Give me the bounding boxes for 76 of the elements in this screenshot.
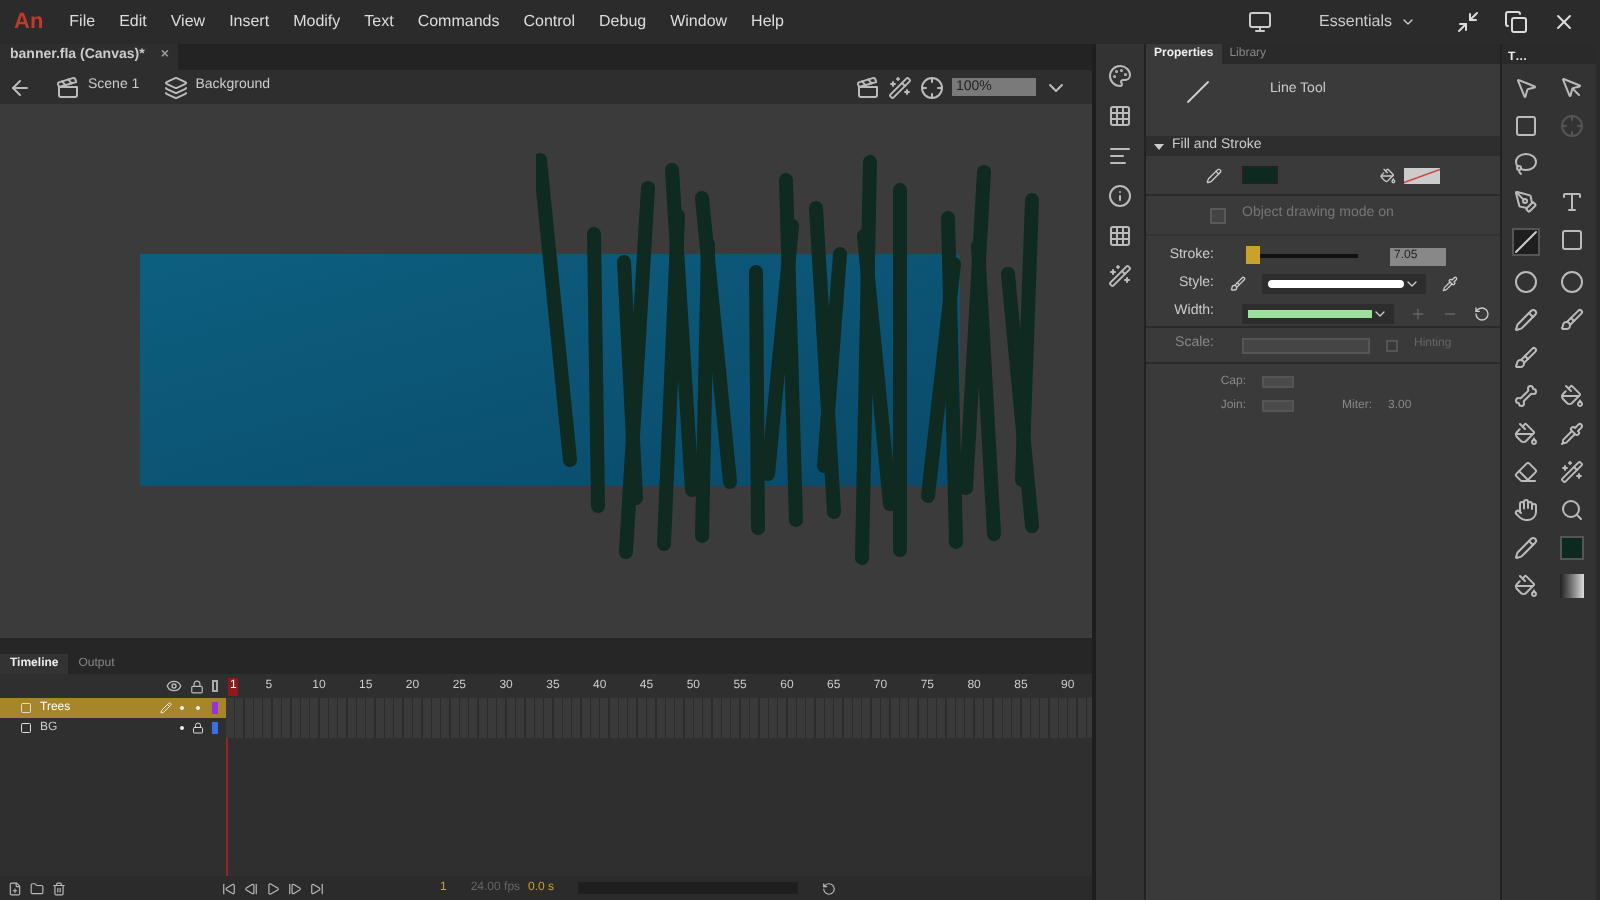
minimize-icon[interactable] (1456, 10, 1480, 34)
center-stage-icon[interactable] (920, 75, 944, 99)
width-dropdown[interactable] (1242, 303, 1394, 323)
folder-icon[interactable] (30, 881, 44, 895)
caret-icon (1400, 14, 1416, 30)
stroke-slider-thumb[interactable] (1246, 246, 1261, 264)
style-dropdown[interactable] (1262, 274, 1426, 294)
align-icon[interactable] (1108, 144, 1132, 168)
expand-triangle-icon (1154, 141, 1164, 151)
line-tool-button[interactable] (1511, 228, 1540, 256)
menu-item[interactable]: Insert (217, 10, 282, 34)
color-icon[interactable] (1108, 64, 1132, 88)
menu-item[interactable]: File (57, 10, 108, 34)
line-tool-icon[interactable] (1186, 80, 1210, 104)
scene-icon[interactable] (56, 75, 80, 99)
swatches-icon[interactable] (1108, 104, 1132, 128)
zoom-tool-icon[interactable] (1560, 498, 1585, 522)
menu-item[interactable]: Window (658, 10, 740, 34)
play-icon[interactable] (266, 881, 280, 895)
menu-item[interactable]: Text (352, 10, 406, 34)
text-tool-icon[interactable] (1560, 190, 1585, 214)
eraser-tool-icon[interactable] (1513, 460, 1538, 484)
layer-color-swatch[interactable] (212, 722, 218, 734)
oval-tool-icon[interactable] (1513, 270, 1538, 294)
pen-tool-icon[interactable] (1513, 190, 1538, 214)
reset-width-icon[interactable] (1474, 305, 1490, 321)
lock-icon[interactable] (190, 679, 204, 693)
layer-color-swatch[interactable] (212, 702, 218, 714)
outline-icon[interactable] (212, 680, 218, 692)
restore-icon[interactable] (1504, 10, 1528, 34)
lasso-tool-icon[interactable] (1513, 152, 1538, 176)
hand-tool-icon[interactable] (1513, 498, 1538, 522)
stroke-color-swatch[interactable] (1242, 166, 1278, 184)
previous-frame-icon[interactable] (244, 881, 258, 895)
hinting-checkbox[interactable] (1386, 339, 1398, 351)
brush-tool-icon[interactable] (1560, 308, 1585, 332)
last-frame-icon[interactable] (310, 881, 324, 895)
fill-color-icon[interactable] (1380, 167, 1396, 183)
menu-item[interactable]: View (158, 10, 218, 34)
horizontal-scrollbar[interactable] (0, 638, 1092, 654)
stroke-color-icon[interactable] (1206, 167, 1222, 183)
trash-icon[interactable] (52, 881, 66, 895)
fill-color-icon[interactable] (1513, 574, 1538, 598)
eyedropper-tool-icon[interactable] (1560, 422, 1585, 446)
selection-tool-icon[interactable] (1513, 76, 1538, 100)
stroke-color-icon[interactable] (1513, 536, 1538, 560)
menu-item[interactable]: Modify (281, 10, 353, 34)
new-layer-icon[interactable] (8, 881, 22, 895)
info-icon[interactable] (1108, 184, 1132, 208)
edit-style-icon[interactable] (1442, 276, 1458, 292)
menu-item[interactable]: Edit (107, 10, 159, 34)
menu-item[interactable]: Debug (587, 10, 659, 34)
lock-icon[interactable] (192, 722, 204, 734)
workspace-dropdown[interactable]: Essentials (1319, 10, 1416, 34)
loop-icon[interactable] (822, 881, 837, 895)
visibility-icon[interactable] (166, 678, 182, 694)
fill-color-swatch[interactable] (1560, 574, 1585, 598)
pencil-tool-icon[interactable] (1513, 308, 1538, 332)
scene-menu-icon[interactable] (856, 75, 880, 99)
fill-color-swatch[interactable] (1404, 167, 1440, 183)
menu-item[interactable]: Help (739, 10, 796, 34)
paint-brush-tool-icon[interactable] (1513, 346, 1538, 370)
back-icon[interactable] (8, 75, 32, 99)
brush-library-icon[interactable] (1230, 276, 1246, 292)
first-frame-icon[interactable] (222, 881, 236, 895)
menu-item[interactable]: Control (511, 10, 588, 34)
rectangle-tool-icon[interactable] (1560, 228, 1585, 252)
close-icon[interactable] (1552, 10, 1576, 34)
bone-tool-icon[interactable] (1513, 384, 1538, 408)
stroke-color-swatch[interactable] (1560, 536, 1585, 560)
menu-item[interactable]: Commands (405, 10, 512, 34)
subselection-tool-icon[interactable] (1560, 76, 1585, 100)
pencil-icon[interactable] (160, 702, 172, 714)
next-frame-icon[interactable] (288, 881, 302, 895)
paint-bucket-tool-icon[interactable] (1560, 384, 1585, 408)
app-logo: An (12, 7, 46, 38)
